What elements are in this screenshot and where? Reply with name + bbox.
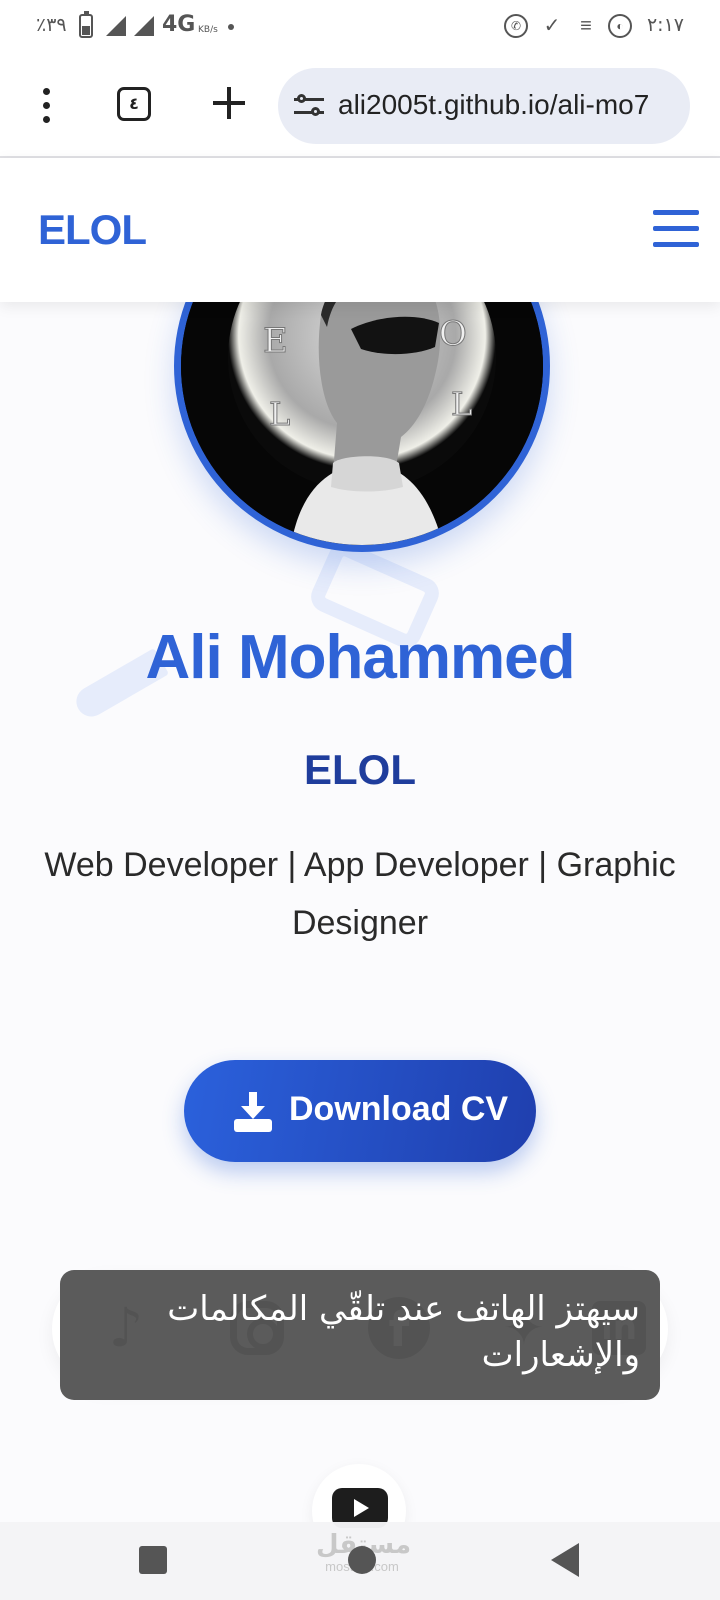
recents-button[interactable] (139, 1546, 167, 1574)
svg-text:L: L (269, 395, 290, 433)
svg-text:E: E (263, 321, 288, 361)
profile-name: Ali Mohammed (145, 623, 576, 692)
storage-warning-icon: ≡ (580, 15, 592, 37)
site-navbar: ELOL (0, 158, 720, 302)
vibration-toast: سيهتز الهاتف عند تلقّي المكالمات والإشعا… (60, 1270, 660, 1400)
clock: ٢:١٧ (646, 14, 684, 36)
browser-toolbar: ٤ ali2005t.github.io/ali-mo7 (0, 56, 720, 158)
svg-text:L: L (451, 385, 472, 423)
svg-text:O: O (439, 314, 467, 354)
status-bar: ٪٣٩ 4G KB/s ✆ ✓ ≡ ◐ ٢:١٧ (0, 0, 720, 56)
brand-subtitle: ELOL (304, 746, 416, 793)
download-cv-button[interactable]: Download CV (184, 1060, 536, 1162)
hamburger-icon[interactable] (653, 210, 699, 248)
new-tab-button[interactable] (210, 84, 248, 122)
roles-text: Web Developer | App Developer | Graphic … (44, 846, 676, 942)
home-button[interactable] (348, 1546, 376, 1574)
address-bar[interactable]: ali2005t.github.io/ali-mo7 (278, 68, 690, 144)
download-cv-label: Download CV (289, 1090, 509, 1128)
whatsapp-icon: ✆ (504, 14, 528, 38)
download-icon (234, 1092, 272, 1132)
battery-percentage: ٪٣٩ (36, 14, 67, 36)
globe-icon: ◐ (608, 14, 632, 38)
toast-message: سيهتز الهاتف عند تلقّي المكالمات والإشعا… (167, 1289, 640, 1375)
system-navigation-bar: مستقل mostaql.com (0, 1522, 720, 1600)
network-type: 4G (162, 12, 196, 37)
tabs-button[interactable]: ٤ (117, 87, 151, 121)
url-text[interactable]: ali2005t.github.io/ali-mo7 (338, 89, 649, 121)
back-button[interactable] (551, 1543, 579, 1577)
dot-icon (228, 24, 234, 30)
more-vert-icon[interactable] (36, 86, 56, 126)
signal-icon (134, 16, 154, 36)
battery-icon (79, 11, 93, 38)
site-logo[interactable]: ELOL (38, 206, 147, 254)
tune-icon[interactable] (294, 92, 324, 120)
signal-icon (106, 16, 126, 36)
speed-unit: KB/s (198, 25, 218, 35)
check-icon: ✓ (543, 15, 561, 37)
